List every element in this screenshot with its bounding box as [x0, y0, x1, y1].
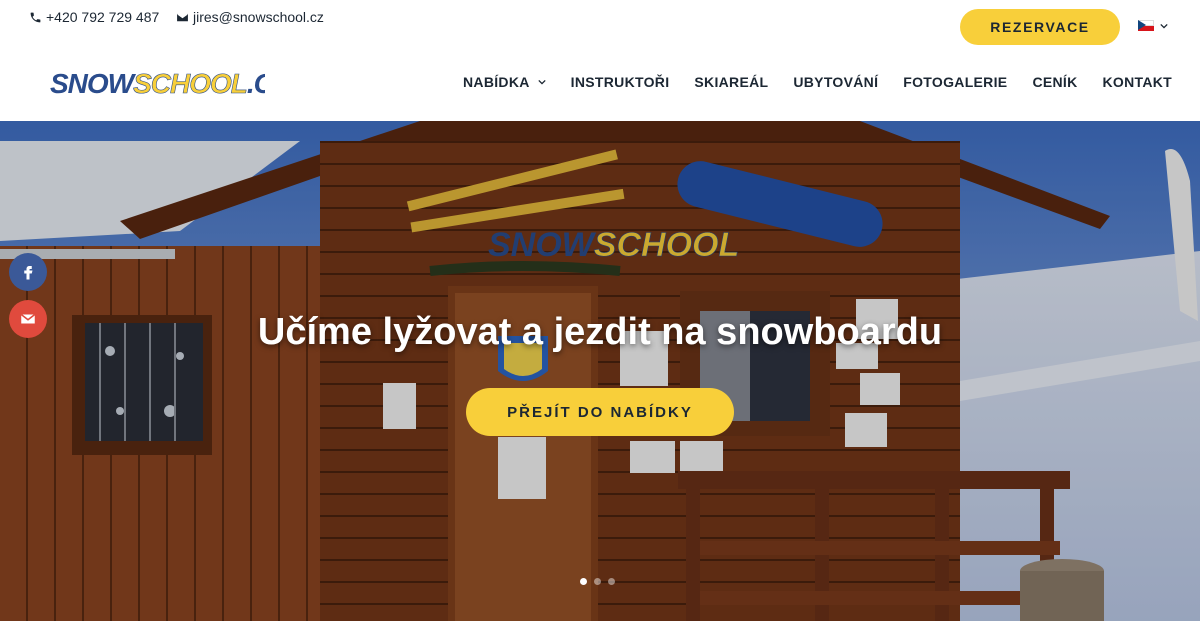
reservation-button[interactable]: REZERVACE — [960, 9, 1120, 45]
facebook-icon — [24, 266, 33, 280]
phone-icon — [30, 12, 41, 22]
hero-background-image: SNOWSCHOOL — [0, 121, 1200, 621]
logo-part-cz: .CZ — [247, 68, 265, 99]
main-navigation: NABÍDKA INSTRUKTOŘI SKIAREÁL UBYTOVÁNÍ F… — [463, 74, 1172, 90]
nav-item-label: UBYTOVÁNÍ — [793, 74, 879, 90]
nav-item-label: INSTRUKTOŘI — [570, 74, 670, 90]
top-bar: +420 792 729 487 jires@snowschool.cz REZ… — [0, 0, 1200, 45]
hero-slider: SNOWSCHOOL Učíme lyžovat a jezdit na sno… — [0, 121, 1200, 621]
nav-item-instruktori[interactable]: INSTRUKTOŘI — [571, 74, 670, 90]
site-logo[interactable]: SNOWSCHOOL.CZ — [50, 66, 292, 100]
hero-title: Učíme lyžovat a jezdit na snowboardu — [257, 311, 943, 353]
email-link[interactable]: jires@snowschool.cz — [176, 9, 324, 25]
slider-pagination — [580, 578, 615, 585]
email-share-button[interactable] — [9, 300, 47, 338]
phone-number: +420 792 729 487 — [46, 9, 160, 25]
nav-item-ubytovani[interactable]: UBYTOVÁNÍ — [793, 74, 878, 90]
svg-text:SNOWSCHOOL.CZ: SNOWSCHOOL.CZ — [50, 68, 265, 99]
nav-item-label: CENÍK — [1032, 74, 1078, 90]
slider-dot[interactable] — [608, 578, 615, 585]
slider-dot[interactable] — [580, 578, 587, 585]
chevron-down-icon — [538, 79, 546, 85]
hero-cta-button[interactable]: PŘEJÍT DO NABÍDKY — [466, 388, 734, 436]
nav-item-label: FOTOGALERIE — [903, 74, 1008, 90]
nav-item-fotogalerie[interactable]: FOTOGALERIE — [903, 74, 1007, 90]
nav-item-kontakt[interactable]: KONTAKT — [1103, 74, 1173, 90]
slider-dot[interactable] — [594, 578, 601, 585]
nav-item-label: SKIAREÁL — [694, 74, 769, 90]
phone-link[interactable]: +420 792 729 487 — [29, 9, 159, 25]
chevron-down-icon — [1160, 23, 1168, 29]
nav-item-label: NABÍDKA — [463, 74, 530, 90]
logo-part-school: SCHOOL — [133, 68, 247, 99]
email-address: jires@snowschool.cz — [193, 9, 324, 25]
logo-image: SNOWSCHOOL.CZ — [50, 68, 292, 100]
nav-item-skiareal[interactable]: SKIAREÁL — [694, 74, 768, 90]
logo-part-snow: SNOW — [50, 68, 137, 99]
facebook-share-button[interactable] — [9, 253, 47, 291]
nav-item-label: KONTAKT — [1102, 74, 1172, 90]
nav-item-cenik[interactable]: CENÍK — [1032, 74, 1077, 90]
envelope-icon — [177, 13, 188, 21]
mail-icon — [20, 313, 36, 324]
nav-item-nabidka[interactable]: NABÍDKA — [463, 74, 546, 90]
czech-flag-icon — [1138, 20, 1154, 31]
language-switcher[interactable] — [1138, 20, 1168, 31]
